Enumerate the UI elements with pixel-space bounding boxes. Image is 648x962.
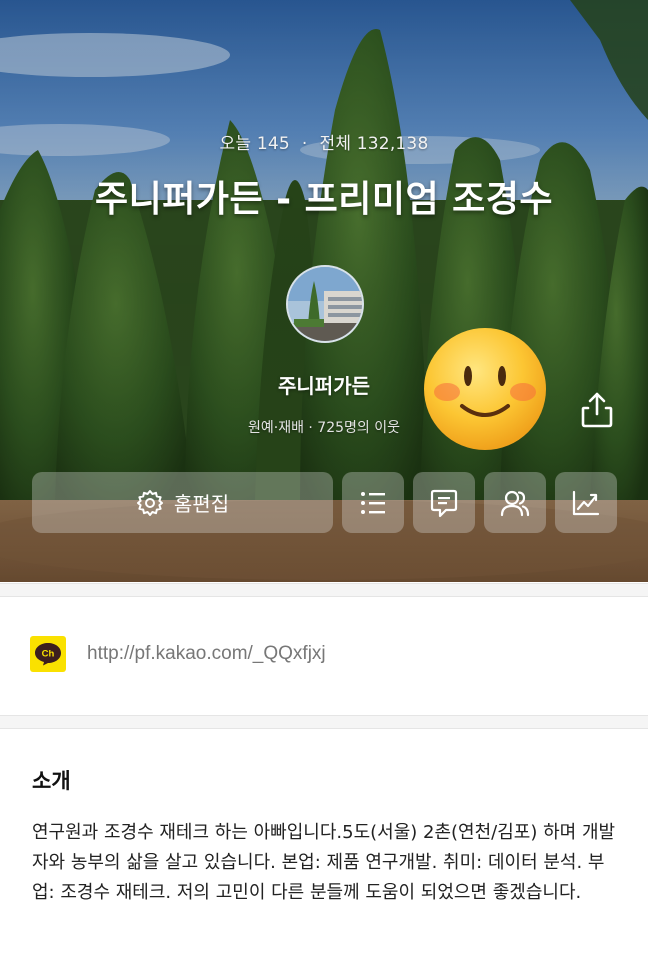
home-edit-button[interactable]: 홈편집 [32,472,333,533]
channel-link-row[interactable]: Ch http://pf.kakao.com/_QQxfjxj [30,636,326,672]
neighbors-button[interactable] [484,472,546,533]
gear-icon [136,489,163,516]
intro-heading: 소개 [32,769,71,793]
blog-title: 주니퍼가든 - 프리미엄 조경수 [95,179,553,220]
home-edit-label: 홈편집 [173,492,230,516]
category-list-button[interactable] [342,472,404,533]
today-count: 오늘 145 [219,134,290,154]
intro-body: 연구원과 조경수 재테크 하는 아빠입니다.5도(서울) 2촌(연천/김포) 하… [32,822,616,903]
avatar[interactable] [286,265,364,343]
channel-bubble-icon: Ch [35,643,61,666]
profile-name: 주니퍼가든 [278,374,370,398]
share-icon [581,392,613,428]
channel-icon-text: Ch [42,649,55,660]
list-icon [361,491,385,514]
total-count: 전체 132,138 [319,134,429,154]
section-divider [0,715,648,729]
cover-image: 오늘 145 · 전체 132,138 주니퍼가든 - 프리미엄 조경수 주니퍼가든… [0,0,648,582]
profile-meta: 원예·재배 · 725명의 이웃 [247,420,400,436]
share-button[interactable] [578,390,616,430]
people-icon [500,490,530,516]
channel-url-link[interactable]: http://pf.kakao.com/_QQxfjxj [87,643,326,665]
talk-icon [430,489,458,517]
statistics-button[interactable] [555,472,617,533]
guestbook-button[interactable] [413,472,475,533]
visitor-stats: 오늘 145 · 전체 132,138 [0,129,648,154]
chart-icon [572,490,600,515]
slightly-smiling-face-icon [424,328,546,450]
kakao-channel-icon: Ch [30,636,66,672]
stats-separator: · [301,134,308,154]
section-divider [0,583,648,597]
